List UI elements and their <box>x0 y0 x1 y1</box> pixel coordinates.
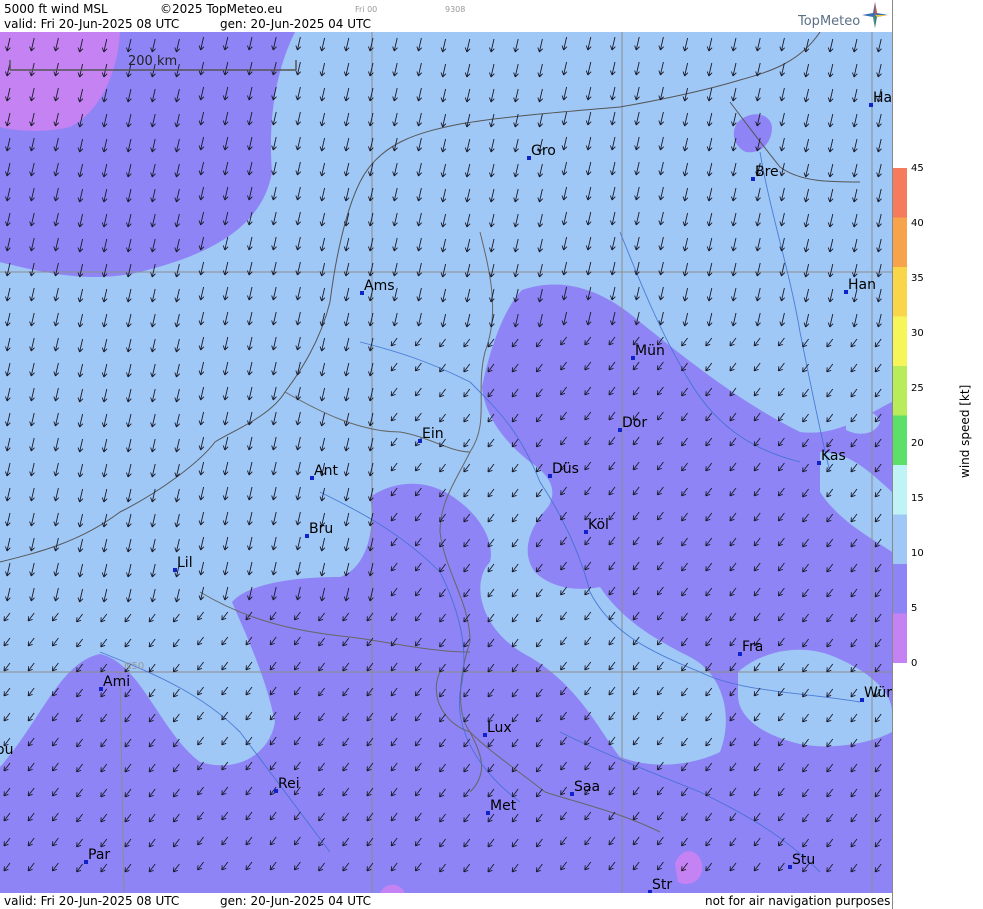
legend-tick-label: 5 <box>911 603 918 614</box>
legend-tick-label: 25 <box>911 383 924 394</box>
city-marker: Kas <box>817 448 846 465</box>
legend-swatch <box>893 514 907 565</box>
city-label: Mün <box>635 343 665 359</box>
city-marker: Bru <box>305 521 333 538</box>
city-marker: Stu <box>788 852 815 869</box>
scale-label: 200 km <box>128 54 177 69</box>
legend-tick-label: 30 <box>911 328 924 339</box>
legend-swatch <box>893 267 907 317</box>
city-label: Han <box>848 277 876 293</box>
legend-tick-label: 45 <box>911 163 924 174</box>
legend-swatch <box>893 564 907 614</box>
legend-swatch <box>893 415 907 466</box>
city-label: Köl <box>588 517 609 533</box>
city-marker: Han <box>844 277 876 294</box>
city-label: Lil <box>177 555 193 571</box>
city-label: Str <box>652 877 672 893</box>
map-header: 5000 ft wind MSL ©2025 TopMeteo.eu Fri 0… <box>0 0 892 32</box>
city-marker: ou <box>0 742 13 758</box>
city-label: Stu <box>792 852 815 868</box>
disclaimer: not for air navigation purposes <box>705 894 891 908</box>
footer-valid-time: valid: Fri 20-Jun-2025 08 UTC <box>4 894 180 908</box>
city-label: Fra <box>742 639 763 655</box>
city-label: Saa <box>574 779 600 795</box>
wind-map: Gro Bre Ha Ams Han Mün Dor Ein Kas Düs Ant Köl Bru Li… <box>0 32 892 893</box>
city-marker: Lux <box>483 720 512 737</box>
city-marker: Par <box>84 847 110 864</box>
city-marker: Fra <box>738 639 763 656</box>
legend-tick-label: 35 <box>911 273 924 284</box>
city-marker: Düs <box>548 461 579 478</box>
city-label: Kas <box>821 448 846 464</box>
city-label: Ant <box>314 463 338 479</box>
city-marker: Rei <box>274 776 300 793</box>
color-scale-bar <box>893 168 907 663</box>
city-marker: Gro <box>527 143 556 160</box>
city-marker: Mün <box>631 343 665 360</box>
city-marker: Köl <box>584 517 609 534</box>
legend-tick-label: 10 <box>911 548 924 559</box>
city-marker: Ant <box>310 463 338 480</box>
product-title: 5000 ft wind MSL <box>4 2 108 16</box>
city-label: Bru <box>309 521 333 537</box>
city-label: ou <box>0 742 13 758</box>
city-label: Düs <box>552 461 579 477</box>
run-tag: Fri 00 <box>355 5 378 14</box>
city-marker: Ami <box>99 674 130 691</box>
legend-swatch <box>893 217 907 268</box>
city-label: Ami <box>103 674 130 690</box>
legend-swatch <box>893 168 907 218</box>
city-marker: Str <box>648 877 672 893</box>
legend-swatch <box>893 613 907 663</box>
city-label: Gro <box>531 143 556 159</box>
topmeteo-logo: TopMeteo <box>798 14 861 29</box>
city-marker: Met <box>486 798 517 815</box>
legend-title: wind speed [kt] <box>958 384 972 478</box>
city-marker: Bre <box>751 164 779 181</box>
legend-tick-label: 40 <box>911 218 924 229</box>
city-label: Met <box>490 798 517 814</box>
city-marker: Ams <box>360 278 395 295</box>
city-marker: Wür <box>860 685 892 702</box>
latitude-label: N50 <box>124 661 144 672</box>
city-marker: Saa <box>570 779 600 796</box>
city-label: Ha <box>873 90 892 106</box>
legend-tick-label: 20 <box>911 438 924 449</box>
city-label: Bre <box>755 164 779 180</box>
city-marker: Ein <box>418 426 444 443</box>
generated-time: gen: 20-Jun-2025 04 UTC <box>220 17 372 31</box>
legend-swatch <box>893 465 907 515</box>
map-footer: valid: Fri 20-Jun-2025 08 UTC gen: 20-Ju… <box>0 893 892 909</box>
city-label: Ams <box>364 278 395 294</box>
city-label: Rei <box>278 776 300 792</box>
legend-swatch <box>893 316 907 367</box>
compass-star-icon <box>862 2 888 28</box>
city-label: Dor <box>622 415 647 431</box>
copyright: ©2025 TopMeteo.eu <box>160 2 283 16</box>
city-marker: Ha <box>869 90 892 107</box>
legend-tick-label: 15 <box>911 493 924 504</box>
city-label: Lux <box>487 720 512 736</box>
city-marker: Dor <box>618 415 647 432</box>
legend-swatch <box>893 366 907 416</box>
code-tag: 9308 <box>445 5 466 14</box>
legend-tick-label: 0 <box>911 658 918 669</box>
city-label: Wür <box>864 685 892 701</box>
city-label: Ein <box>422 426 444 442</box>
valid-time: valid: Fri 20-Jun-2025 08 UTC <box>4 17 180 31</box>
city-label: Par <box>88 847 110 863</box>
footer-generated-time: gen: 20-Jun-2025 04 UTC <box>220 894 372 908</box>
